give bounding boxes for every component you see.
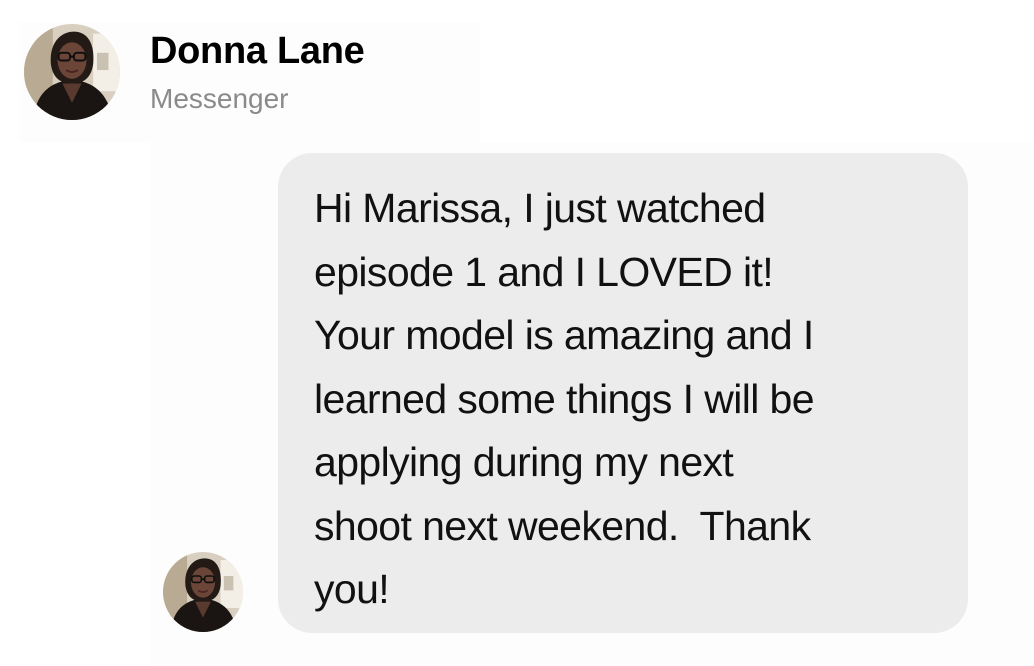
contact-subtitle: Messenger xyxy=(150,83,289,114)
contact-avatar[interactable] xyxy=(24,24,120,120)
profile-photo-avatar-icon xyxy=(163,552,243,632)
contact-name[interactable]: Donna Lane xyxy=(150,28,365,74)
message-bubble[interactable]: Hi Marissa, I just watched episode 1 and… xyxy=(278,153,968,633)
sender-avatar[interactable] xyxy=(163,552,243,632)
profile-photo-avatar-icon xyxy=(24,24,120,120)
message-text: Hi Marissa, I just watched episode 1 and… xyxy=(314,185,815,612)
